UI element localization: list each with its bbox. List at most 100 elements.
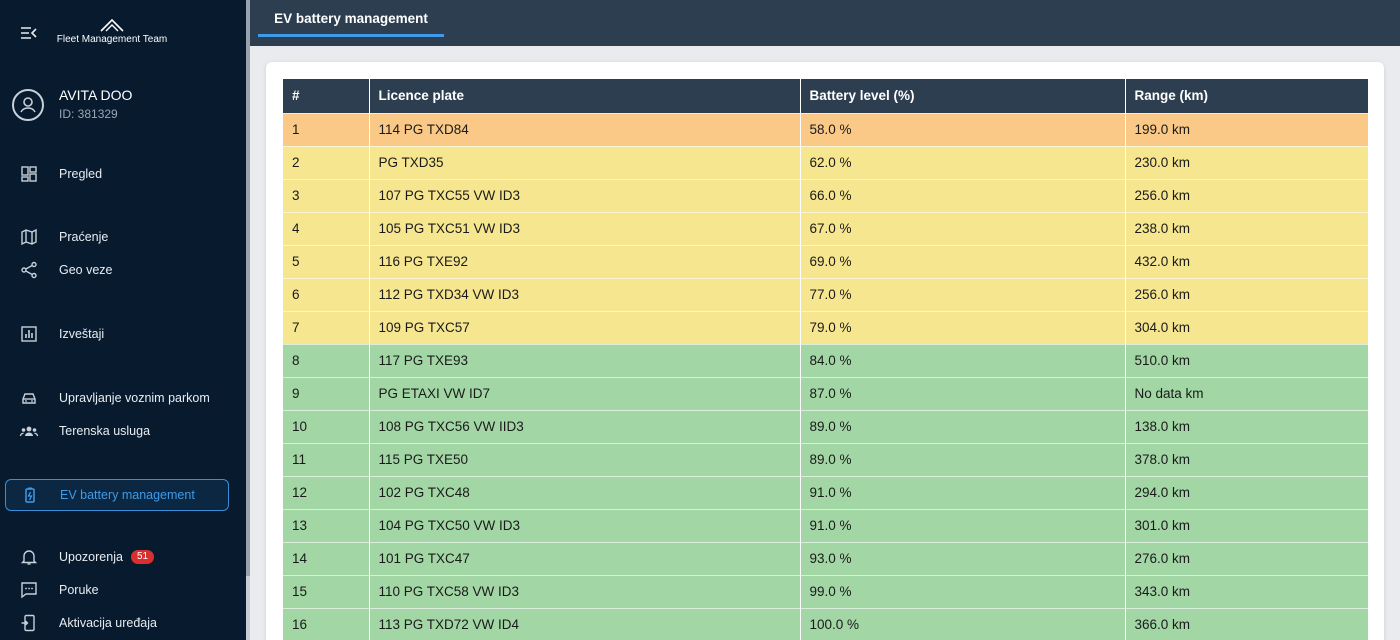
sidebar-item-label: Poruke	[59, 583, 99, 597]
table-row[interactable]: 5 116 PG TXE92 69.0 % 432.0 km	[283, 244, 1368, 278]
cell-licence-plate: 117 PG TXE93	[369, 343, 801, 377]
sidebar-item-label: Aktivacija uređaja	[59, 616, 157, 630]
logo[interactable]: Fleet Management Team	[56, 18, 168, 45]
sidebar-item-ev-battery[interactable]: EV battery management	[5, 479, 229, 511]
sidebar-item-upravljanje[interactable]: Upravljanje voznim parkom	[5, 382, 229, 414]
sidebar-item-poruke[interactable]: Poruke	[5, 574, 229, 606]
table-row[interactable]: 10 108 PG TXC56 VW IID3 89.0 % 138.0 km	[283, 409, 1368, 443]
table-body: 1 114 PG TXD84 58.0 % 199.0 km 2 PG TXD35 62.0…	[283, 112, 1368, 640]
cell-number: 9	[283, 376, 370, 410]
table-row[interactable]: 11 115 PG TXE50 89.0 % 378.0 km	[283, 442, 1368, 476]
cell-licence-plate: 105 PG TXC51 VW ID3	[369, 211, 801, 245]
cell-licence-plate: PG TXD35	[369, 145, 801, 179]
cell-licence-plate: 112 PG TXD34 VW ID3	[369, 277, 801, 311]
sidebar-item-label: Terenska usluga	[59, 424, 151, 438]
sidebar-item-aktivacija[interactable]: Aktivacija uređaja	[5, 607, 229, 639]
table-row[interactable]: 14 101 PG TXC47 93.0 % 276.0 km	[283, 541, 1368, 575]
cell-number: 7	[283, 310, 370, 344]
cell-range: 199.0 km	[1125, 112, 1368, 146]
sidebar-item-pregled[interactable]: Pregled	[5, 158, 229, 190]
cell-range: 256.0 km	[1125, 277, 1368, 311]
sidebar-item-pracenje[interactable]: Praćenje	[5, 221, 229, 253]
user-name: AVITA DOO	[59, 87, 133, 103]
cell-licence-plate: 115 PG TXE50	[369, 442, 801, 476]
cell-licence-plate: 107 PG TXC55 VW ID3	[369, 178, 801, 212]
bell-icon	[19, 547, 39, 567]
cell-range: 510.0 km	[1125, 343, 1368, 377]
cell-battery-level: 100.0 %	[800, 607, 1126, 640]
table-row[interactable]: 16 113 PG TXD72 VW ID4 100.0 % 366.0 km	[283, 607, 1368, 640]
cell-battery-level: 79.0 %	[800, 310, 1126, 344]
cell-licence-plate: 109 PG TXC57	[369, 310, 801, 344]
table-row[interactable]: 8 117 PG TXE93 84.0 % 510.0 km	[283, 343, 1368, 377]
table-row[interactable]: 9 PG ETAXI VW ID7 87.0 % No data km	[283, 376, 1368, 410]
sidebar-item-label: Pregled	[59, 167, 103, 181]
table-row[interactable]: 7 109 PG TXC57 79.0 % 304.0 km	[283, 310, 1368, 344]
sidebar: Fleet Management Team AVITA DOO ID: 3813…	[0, 0, 246, 640]
cell-range: 378.0 km	[1125, 442, 1368, 476]
sidebar-item-terenska[interactable]: Terenska usluga	[5, 415, 229, 447]
user-profile[interactable]: AVITA DOO ID: 381329	[12, 86, 242, 126]
cell-licence-plate: 108 PG TXC56 VW IID3	[369, 409, 801, 443]
cell-number: 15	[283, 574, 370, 608]
user-id: ID: 381329	[59, 107, 118, 121]
message-icon	[19, 580, 39, 600]
sidebar-item-geo-veze[interactable]: Geo veze	[5, 254, 229, 286]
cell-licence-plate: 113 PG TXD72 VW ID4	[369, 607, 801, 640]
table-row[interactable]: 13 104 PG TXC50 VW ID3 91.0 % 301.0 km	[283, 508, 1368, 542]
tab-ev-battery-management[interactable]: EV battery management	[258, 0, 444, 37]
cell-licence-plate: 114 PG TXD84	[369, 112, 801, 146]
table-row[interactable]: 1 114 PG TXD84 58.0 % 199.0 km	[283, 112, 1368, 146]
cell-number: 8	[283, 343, 370, 377]
table-row[interactable]: 15 110 PG TXC58 VW ID3 99.0 % 343.0 km	[283, 574, 1368, 608]
cell-range: 304.0 km	[1125, 310, 1368, 344]
cell-battery-level: 87.0 %	[800, 376, 1126, 410]
column-header-number[interactable]: #	[283, 79, 370, 113]
house-logo-icon	[100, 18, 124, 32]
cell-number: 13	[283, 508, 370, 542]
cell-battery-level: 77.0 %	[800, 277, 1126, 311]
sidebar-item-upozorenja[interactable]: Upozorenja 51	[5, 541, 229, 573]
menu-collapse-icon[interactable]	[19, 24, 39, 42]
cell-number: 12	[283, 475, 370, 509]
cell-number: 14	[283, 541, 370, 575]
sidebar-scrollbar-thumb[interactable]	[246, 0, 250, 576]
car-icon	[19, 388, 39, 408]
column-header-licence-plate[interactable]: Licence plate	[369, 79, 801, 113]
table-header-row: # Licence plate Battery level (%) Range …	[283, 79, 1368, 113]
column-header-battery-level[interactable]: Battery level (%)	[800, 79, 1126, 113]
battery-table: # Licence plate Battery level (%) Range …	[283, 79, 1368, 640]
cell-licence-plate: 116 PG TXE92	[369, 244, 801, 278]
cell-range: 230.0 km	[1125, 145, 1368, 179]
table-row[interactable]: 4 105 PG TXC51 VW ID3 67.0 % 238.0 km	[283, 211, 1368, 245]
cell-number: 11	[283, 442, 370, 476]
cell-number: 2	[283, 145, 370, 179]
cell-battery-level: 89.0 %	[800, 409, 1126, 443]
table-row[interactable]: 12 102 PG TXC48 91.0 % 294.0 km	[283, 475, 1368, 509]
sidebar-item-label: Izveštaji	[59, 327, 105, 341]
sidebar-item-label: Praćenje	[59, 230, 109, 244]
cell-battery-level: 58.0 %	[800, 112, 1126, 146]
cell-battery-level: 67.0 %	[800, 211, 1126, 245]
cell-range: 294.0 km	[1125, 475, 1368, 509]
avatar	[12, 89, 44, 121]
share-icon	[19, 260, 39, 280]
cell-range: No data km	[1125, 376, 1368, 410]
cell-battery-level: 69.0 %	[800, 244, 1126, 278]
cell-battery-level: 91.0 %	[800, 475, 1126, 509]
cell-licence-plate: 101 PG TXC47	[369, 541, 801, 575]
cell-number: 5	[283, 244, 370, 278]
cell-number: 10	[283, 409, 370, 443]
cell-number: 3	[283, 178, 370, 212]
cell-range: 301.0 km	[1125, 508, 1368, 542]
sidebar-item-izvestaji[interactable]: Izveštaji	[5, 318, 229, 350]
table-row[interactable]: 2 PG TXD35 62.0 % 230.0 km	[283, 145, 1368, 179]
sidebar-item-label: Geo veze	[59, 263, 113, 277]
dashboard-icon	[19, 164, 39, 184]
sidebar-item-label: EV battery management	[60, 488, 195, 502]
column-header-range[interactable]: Range (km)	[1125, 79, 1368, 113]
map-icon	[19, 227, 39, 247]
table-row[interactable]: 6 112 PG TXD34 VW ID3 77.0 % 256.0 km	[283, 277, 1368, 311]
cell-number: 6	[283, 277, 370, 311]
table-row[interactable]: 3 107 PG TXC55 VW ID3 66.0 % 256.0 km	[283, 178, 1368, 212]
